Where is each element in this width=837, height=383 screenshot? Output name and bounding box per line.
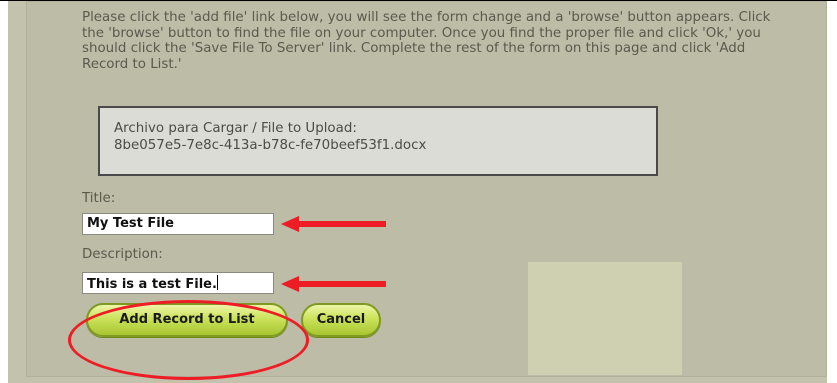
file-upload-box: Archivo para Cargar / File to Upload: 8b… <box>98 106 658 176</box>
title-input[interactable]: My Test File <box>82 213 274 235</box>
highlight-rect <box>528 262 682 375</box>
cancel-button[interactable]: Cancel <box>301 303 381 337</box>
description-label: Description: <box>82 247 163 262</box>
upload-filename: 8be057e5-7e8c-413a-b78c-fe70beef53f1.doc… <box>114 138 427 153</box>
description-input[interactable]: This is a test File. <box>82 272 274 294</box>
annotation-circle <box>68 300 309 380</box>
instructions-text: Please click the 'add file' link below, … <box>82 10 771 72</box>
title-label: Title: <box>82 191 116 206</box>
title-arrow-icon <box>281 216 386 232</box>
upload-label: Archivo para Cargar / File to Upload: <box>114 121 357 136</box>
description-input-value: This is a test File. <box>87 277 217 292</box>
text-caret <box>216 275 218 290</box>
description-arrow-icon <box>281 276 386 292</box>
title-input-value: My Test File <box>87 216 174 231</box>
